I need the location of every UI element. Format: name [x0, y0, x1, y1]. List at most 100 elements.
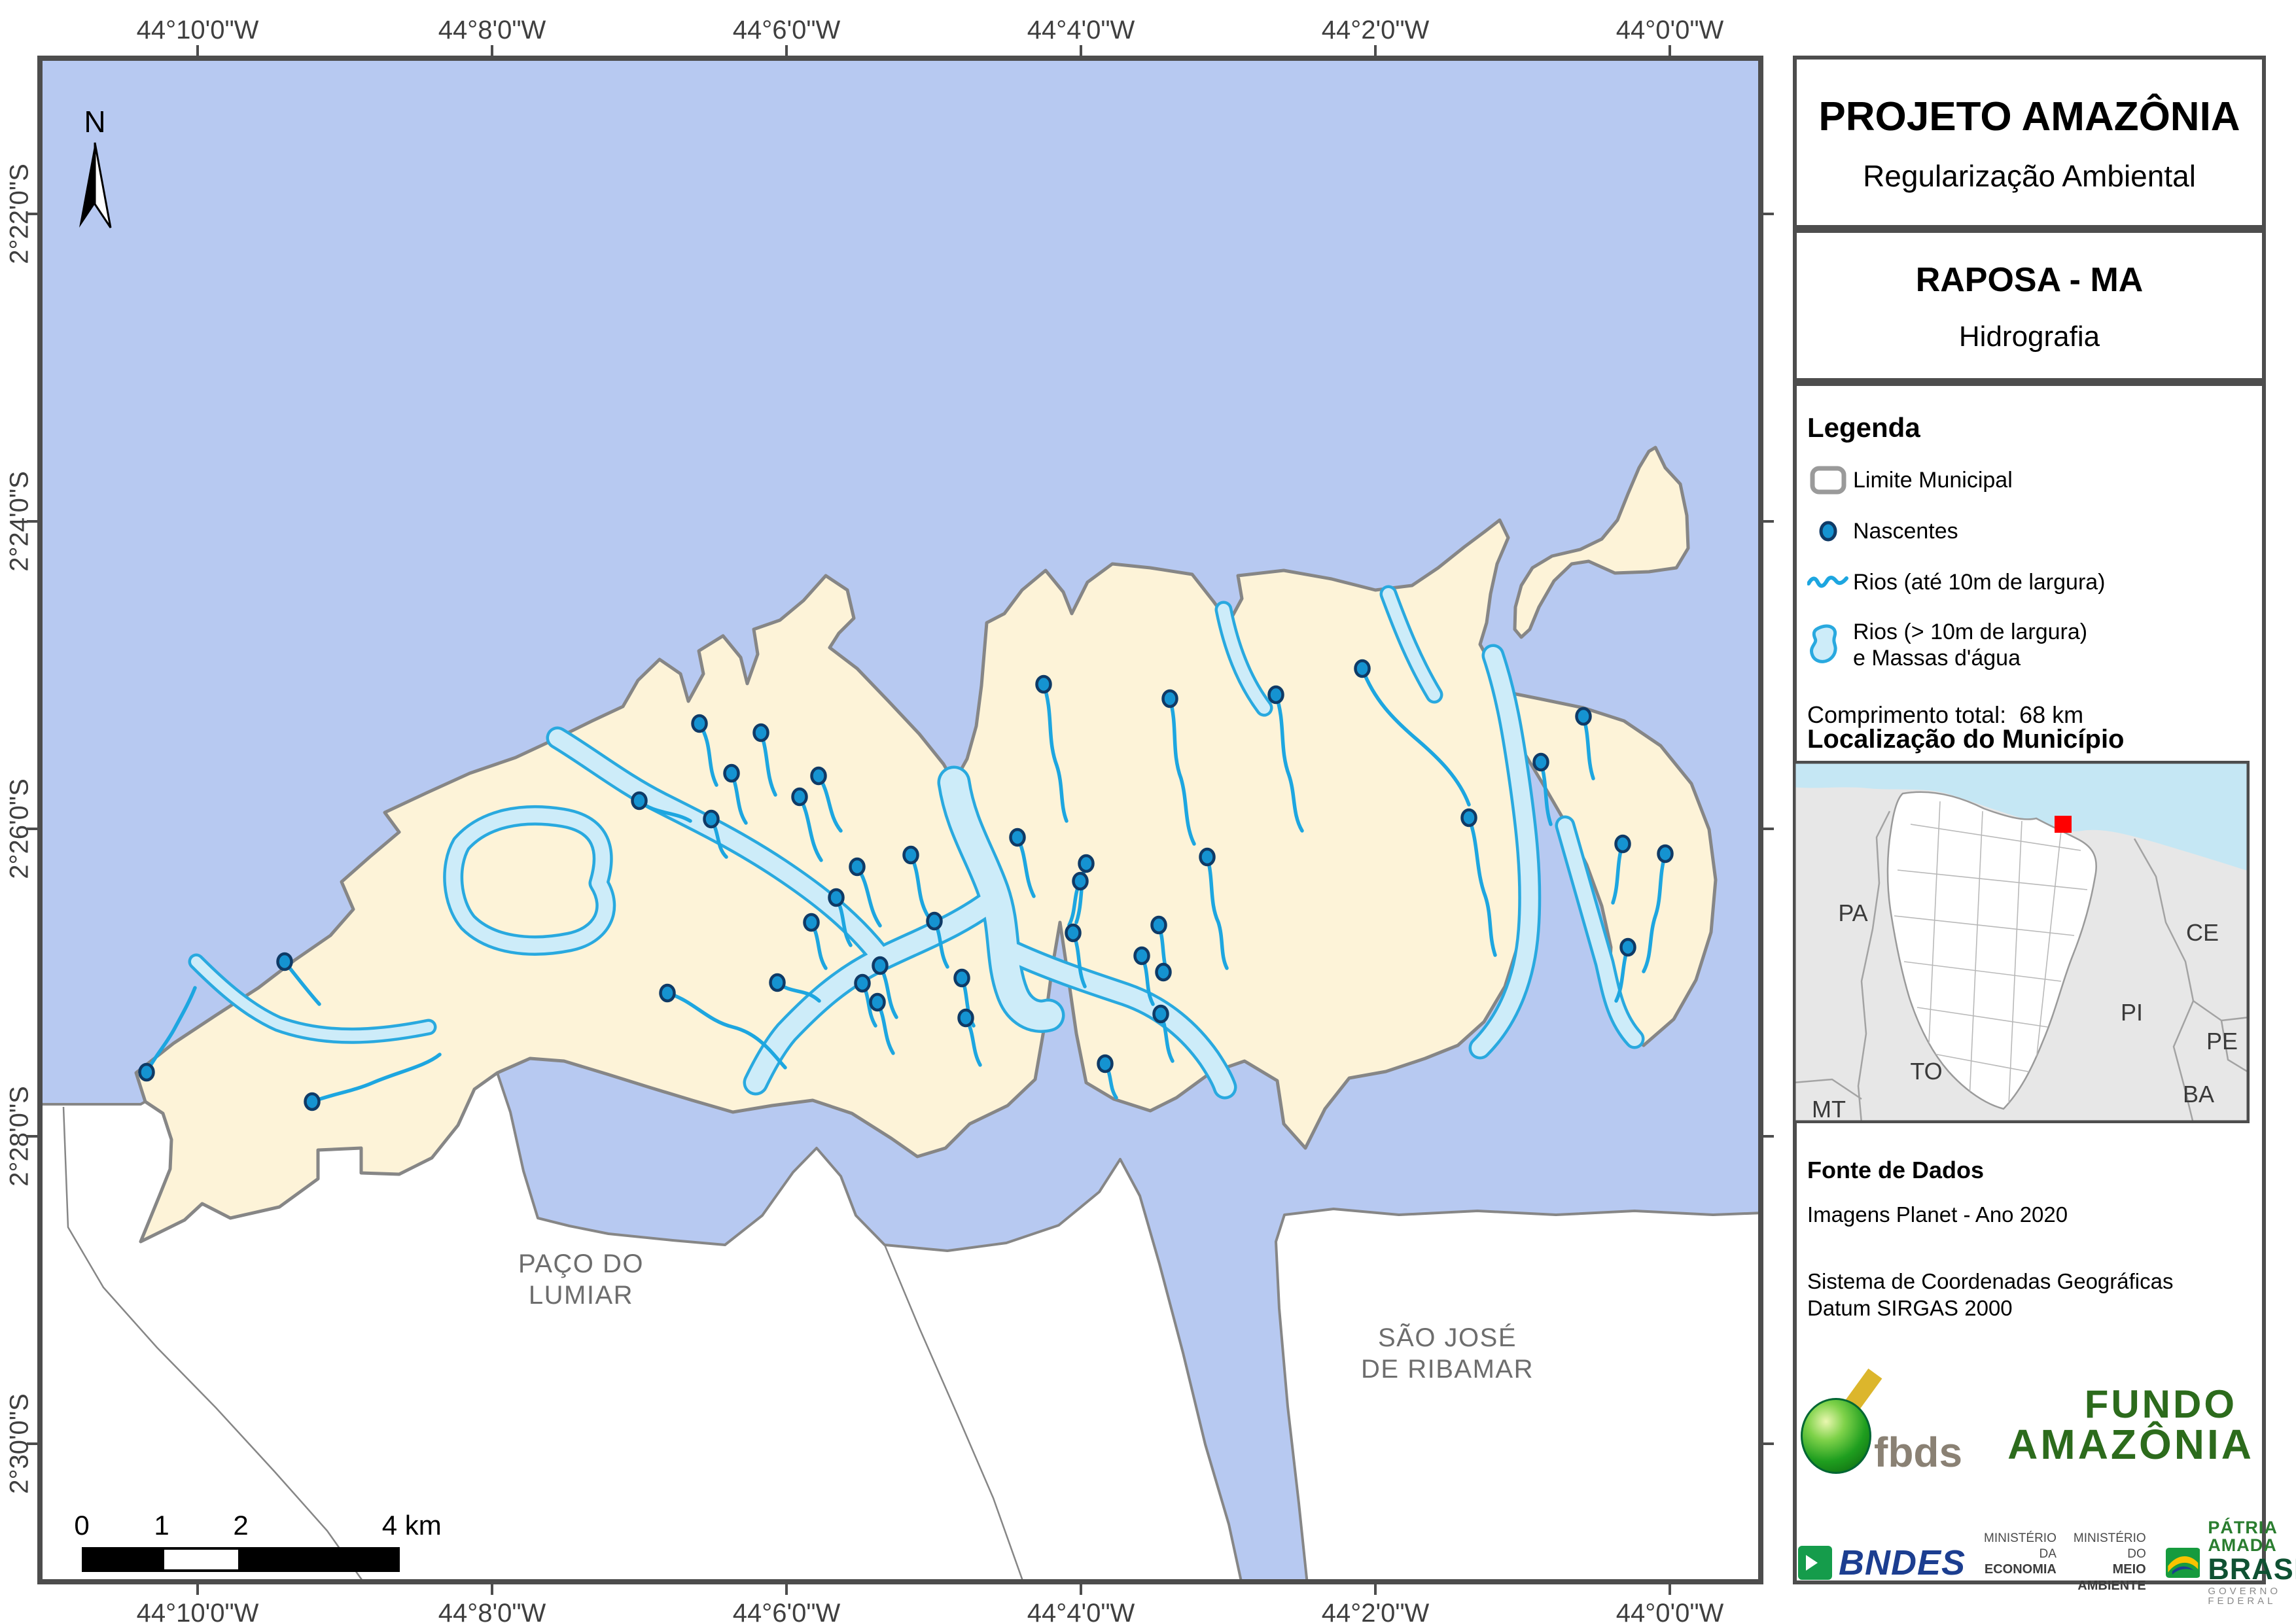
spring-dot [830, 890, 843, 905]
spring-dot [812, 768, 826, 784]
ministries: MINISTÉRIO DAECONOMIA MINISTÉRIO DOMEIO … [1984, 1531, 2146, 1595]
governo-federal-logo: PÁTRIA AMADA BRASIL GOVERNO FEDERAL [2166, 1519, 2296, 1606]
spring-dot [754, 725, 768, 741]
spring-dot [1269, 687, 1283, 703]
coord-label-bottom: 44°0'0"W [1616, 1599, 1724, 1623]
coord-label-bottom: 44°6'0"W [733, 1599, 841, 1623]
legend-label: Rios (> 10m de largura) e Massas d'água [1853, 619, 2087, 671]
fonte-line: Imagens Planet - Ano 2020 [1807, 1202, 2239, 1227]
tick-bottom [785, 1584, 788, 1595]
brasil-flag-icon [2166, 1544, 2200, 1581]
spring-dot [1462, 810, 1476, 826]
scale-bar-segment [162, 1547, 241, 1572]
data-source: Fonte de Dados Imagens Planet - Ano 2020… [1807, 1157, 2239, 1322]
panel-title-box: PROJETO AMAZÔNIA Regularização Ambiental [1793, 56, 2266, 229]
tick-top [1374, 45, 1377, 56]
fundo-line2: AMAZÔNIA [1963, 1424, 2254, 1465]
scale-bar-segment [241, 1547, 400, 1572]
coord-label-bottom: 44°2'0"W [1322, 1599, 1430, 1623]
state-label: CE [2186, 919, 2219, 946]
spring-dot [928, 913, 942, 929]
coord-label-top: 44°2'0"W [1322, 16, 1430, 45]
spring-dot [725, 765, 739, 781]
coord-label-top: 44°10'0"W [137, 16, 259, 45]
spring-dot [661, 985, 675, 1001]
spring-dot [705, 811, 718, 827]
coord-label-top: 44°8'0"W [438, 16, 546, 45]
tick-bottom [491, 1584, 493, 1595]
spring-dot [805, 915, 819, 930]
water-body-icon [1807, 620, 1849, 670]
coord-label-bottom: 44°8'0"W [438, 1599, 546, 1623]
location-inset-map: PACEPIPETOBAMT [1793, 761, 2250, 1123]
legend-label: Nascentes [1853, 518, 1958, 544]
bndes-icon [1798, 1546, 1832, 1580]
spring-dot [959, 1010, 973, 1026]
map-theme: Hidrografia [1797, 321, 2262, 353]
tick-left [27, 520, 37, 523]
legend-item-nascentes: Nascentes [1807, 517, 2252, 546]
state-label: MT [1812, 1096, 1846, 1123]
fundo-amazonia-logo: FUNDO AMAZÔNIA [1963, 1386, 2254, 1465]
tick-left [27, 1135, 37, 1138]
main-map: PAÇO DOLUMIARSÃO JOSÉDE RIBAMAR [37, 56, 1763, 1584]
scale-label: 0 [74, 1510, 89, 1541]
spring-dot [1074, 873, 1087, 889]
north-arrow-label: N [84, 105, 105, 139]
spring-dot [1621, 939, 1635, 955]
coord-label-top: 44°0'0"W [1616, 16, 1724, 45]
spring-dot [1037, 676, 1051, 692]
state-label: TO [1910, 1058, 1942, 1085]
spring-dot [306, 1094, 319, 1109]
spring-dot [1157, 964, 1171, 980]
municipal-limit-swatch-icon [1807, 466, 1849, 495]
coord-label-bottom: 44°10'0"W [137, 1599, 259, 1623]
tick-right [1763, 520, 1774, 523]
scale-label: 1 [154, 1510, 169, 1541]
fonte-title: Fonte de Dados [1807, 1157, 2239, 1184]
spring-dot [1577, 708, 1591, 724]
panel-municipality-box: RAPOSA - MA Hidrografia [1793, 229, 2266, 382]
north-arrow: N [65, 105, 124, 249]
tick-top [1669, 45, 1671, 56]
spring-dot [856, 975, 870, 991]
spring-dot [278, 954, 292, 969]
legend-item-limite: Limite Municipal [1807, 466, 2252, 495]
tick-top [1080, 45, 1082, 56]
spring-dot [140, 1064, 154, 1080]
legend-label: Limite Municipal [1853, 467, 2013, 493]
tick-bottom [196, 1584, 199, 1595]
spring-dot [1135, 948, 1149, 964]
project-subtitle: Regularização Ambiental [1797, 158, 2262, 194]
spring-dot [871, 994, 885, 1010]
spring-dot [1011, 829, 1025, 845]
spring-dot [1152, 917, 1166, 933]
map-document: { "panel": { "title": "PROJETO AMAZÔNIA"… [0, 0, 2296, 1623]
tick-left [27, 1442, 37, 1445]
ministry-economia: MINISTÉRIO DAECONOMIA [1984, 1531, 2057, 1595]
fonte-line: Sistema de Coordenadas Geográficas Datum… [1807, 1268, 2239, 1322]
scale-bar-segment [82, 1547, 162, 1572]
state-label: BA [2183, 1081, 2214, 1108]
state-label: PE [2206, 1028, 2238, 1055]
brasil-wordmark: PÁTRIA AMADA BRASIL GOVERNO FEDERAL [2208, 1519, 2296, 1606]
spring-dot [693, 716, 707, 731]
spring-dot [1534, 754, 1548, 770]
spring-dot [874, 958, 887, 973]
legend: Legenda Limite Municipal Nascentes Rios … [1807, 412, 2252, 729]
fbds-globe-icon [1801, 1398, 1871, 1474]
bndes-logo: BNDES [1798, 1543, 1966, 1583]
tick-bottom [1374, 1584, 1377, 1595]
municipality-marker [2055, 816, 2072, 833]
spring-dot [851, 859, 864, 875]
spring-dot [1080, 856, 1093, 871]
legend-item-rios-maior: Rios (> 10m de largura) e Massas d'água [1807, 619, 2252, 671]
spring-dot-icon [1807, 517, 1849, 546]
legend-item-rios-ate: Rios (até 10m de largura) [1807, 568, 2252, 597]
tick-right [1763, 213, 1774, 215]
spring-dot [633, 793, 646, 809]
tick-right [1763, 1442, 1774, 1445]
river-line-icon [1807, 568, 1849, 597]
scale-label: 4 km [382, 1510, 442, 1541]
fundo-line1: FUNDO [1963, 1386, 2254, 1424]
